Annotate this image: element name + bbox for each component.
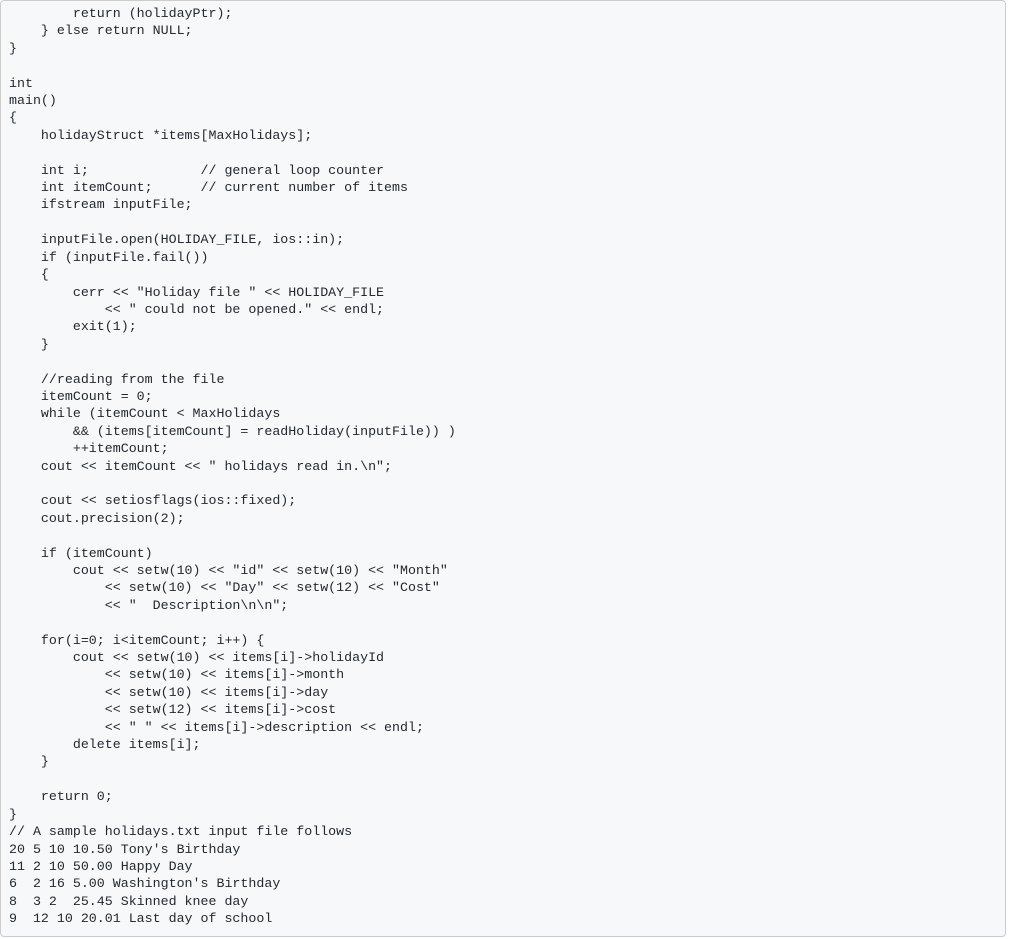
code-block-container: return (holidayPtr); } else return NULL;…	[0, 0, 1006, 937]
code-text: return (holidayPtr); } else return NULL;…	[9, 5, 997, 928]
